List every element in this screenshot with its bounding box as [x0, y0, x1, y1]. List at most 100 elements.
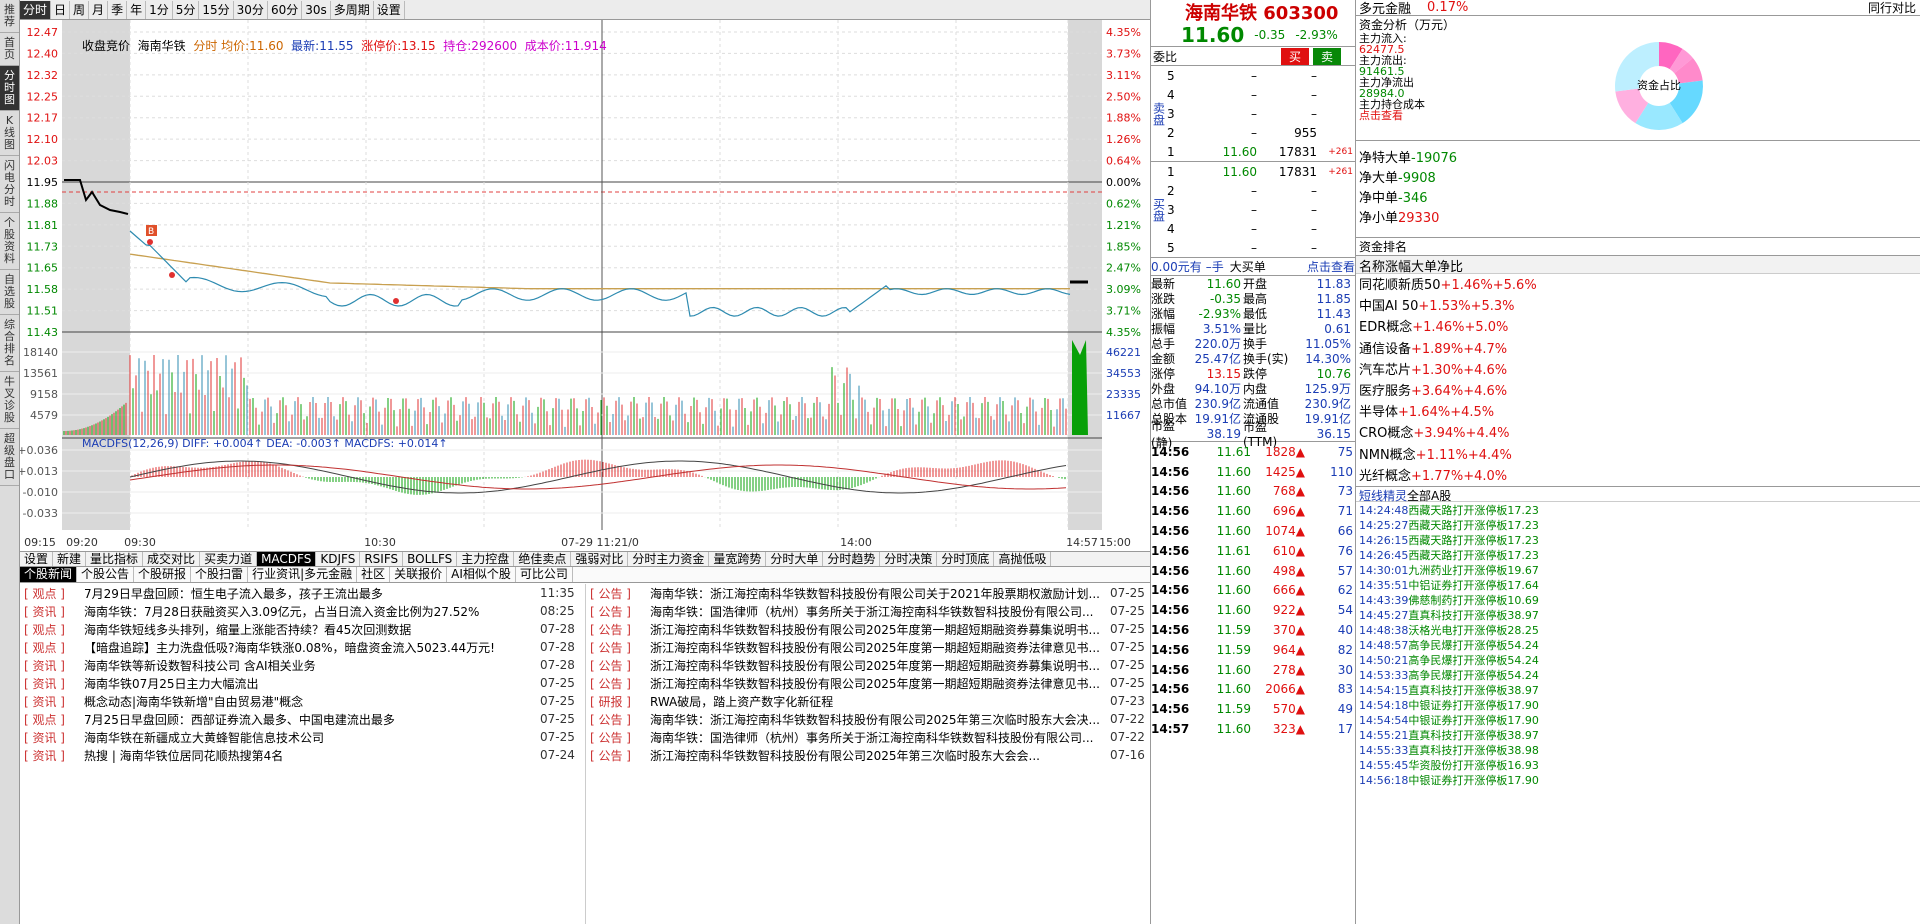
- dx-row[interactable]: 14:26:15西藏天路打开涨停板17.23: [1356, 532, 1920, 547]
- peer-link[interactable]: 同行对比: [1868, 0, 1920, 16]
- news-title[interactable]: 浙江海控南科华铁数智科技股份有限公司2025年度第一期超短期融资券募集说明书..…: [650, 621, 1110, 638]
- left-nav-item[interactable]: 分时图: [0, 66, 19, 111]
- rank-row[interactable]: 中国AI 50+1.53%+5.3%: [1356, 295, 1920, 316]
- news-tab[interactable]: 个股新闻: [20, 567, 78, 582]
- sector-name[interactable]: 多元金融: [1356, 0, 1411, 17]
- left-nav-item[interactable]: 个股资料: [0, 213, 19, 270]
- rank-row[interactable]: 同花顺新质50+1.46%+5.6%: [1356, 274, 1920, 295]
- dx-row[interactable]: 14:45:27直真科技打开涨停板38.97: [1356, 607, 1920, 622]
- period-button[interactable]: 周: [70, 0, 90, 19]
- period-button[interactable]: 30分: [234, 0, 268, 19]
- news-title[interactable]: 7月25日早盘回顾：西部证券流入最多、中国电建流出最多: [84, 711, 540, 728]
- left-nav-item[interactable]: 牛叉诊股: [0, 372, 19, 429]
- indicator-tab[interactable]: KDJFS: [316, 552, 361, 566]
- news-row[interactable]: [ 公告 ] 海南华铁：国浩律师（杭州）事务所关于浙江海控南科华铁数智科技股份有限…: [586, 728, 1150, 746]
- news-row[interactable]: [ 公告 ] 浙江海控南科华铁数智科技股份有限公司2025年度第一期超短期融资券募…: [586, 656, 1150, 674]
- dx-row[interactable]: 14:50:21高争民爆打开涨停板54.24: [1356, 652, 1920, 667]
- news-row[interactable]: [ 公告 ] 浙江海控南科华铁数智科技股份有限公司2025年第三次临时股东大会会.…: [586, 746, 1150, 764]
- news-title[interactable]: 热搜 | 海南华铁位居同花顺热搜第4名: [84, 747, 540, 764]
- news-title[interactable]: 【暗盘追踪】主力洗盘低吸?海南华铁涨0.08%，暗盘资金流入5023.44万元!: [84, 639, 540, 656]
- period-button[interactable]: 日: [51, 0, 71, 19]
- rank-row[interactable]: EDR概念+1.46%+5.0%: [1356, 316, 1920, 337]
- news-row[interactable]: [ 资讯 ] 海南华铁等新设数智科技公司 含AI相关业务 07-28: [20, 656, 580, 674]
- news-title[interactable]: 浙江海控南科华铁数智科技股份有限公司2025年度第一期超短期融资券法律意见书..…: [650, 675, 1110, 692]
- rank-row[interactable]: CRO概念+3.94%+4.4%: [1356, 422, 1920, 443]
- news-title[interactable]: 海南华铁：浙江海控南科华铁数智科技股份有限公司关于2021年股票期权激励计划..…: [650, 585, 1110, 602]
- news-title[interactable]: 海南华铁：浙江海控南科华铁数智科技股份有限公司2025年第三次临时股东大会决..…: [650, 711, 1110, 728]
- dx-row[interactable]: 14:26:45西藏天路打开涨停板17.23: [1356, 547, 1920, 562]
- news-row[interactable]: [ 资讯 ] 热搜 | 海南华铁位居同花顺热搜第4名 07-24: [20, 746, 580, 764]
- indicator-tab[interactable]: 新建: [53, 552, 87, 566]
- period-button[interactable]: 季: [108, 0, 128, 19]
- left-nav-item[interactable]: 推荐: [0, 0, 19, 33]
- news-row[interactable]: [ 观点 ] 7月25日早盘回顾：西部证券流入最多、中国电建流出最多 07-25: [20, 710, 580, 728]
- news-tab[interactable]: 个股公告: [77, 567, 135, 582]
- rank-header-name[interactable]: 名称: [1356, 260, 1385, 275]
- rank-row[interactable]: 汽车芯片+1.30%+4.6%: [1356, 359, 1920, 380]
- period-button[interactable]: 15分: [199, 0, 234, 19]
- indicator-tab[interactable]: 分时主力资金: [628, 552, 710, 566]
- news-title[interactable]: 海南华铁07月25日主力大幅流出: [84, 675, 540, 692]
- dx-row[interactable]: 14:55:45华资股份打开涨停板16.93: [1356, 757, 1920, 772]
- news-title[interactable]: 海南华铁短线多头排列，缩量上涨能否持续？看45次回测数据: [84, 621, 540, 638]
- rank-row[interactable]: 通信设备+1.89%+4.7%: [1356, 338, 1920, 359]
- period-button[interactable]: 1分: [146, 0, 173, 19]
- dx-row[interactable]: 14:54:15直真科技打开涨停板38.97: [1356, 682, 1920, 697]
- news-title[interactable]: 海南华铁：国浩律师（杭州）事务所关于浙江海控南科华铁数智科技股份有限公司...: [650, 729, 1110, 746]
- news-row[interactable]: [ 资讯 ] 海南华铁在新疆成立大黄蜂智能信息技术公司 07-25: [20, 728, 580, 746]
- dx-row[interactable]: 14:54:18中银证券打开涨停板17.90: [1356, 697, 1920, 712]
- indicator-tab[interactable]: 量宽跨势: [709, 552, 767, 566]
- news-tab[interactable]: 个股扫雷: [191, 567, 249, 582]
- news-title[interactable]: 海南华铁等新设数智科技公司 含AI相关业务: [84, 657, 540, 674]
- dx-row[interactable]: 14:54:54中银证券打开涨停板17.90: [1356, 712, 1920, 727]
- indicator-tab[interactable]: 高抛低吸: [994, 552, 1052, 566]
- news-title[interactable]: 7月29日早盘回顾：恒生电子流入最多，孩子王流出最多: [84, 585, 540, 602]
- indicator-tab[interactable]: 分时决策: [880, 552, 938, 566]
- period-button[interactable]: 年: [127, 0, 147, 19]
- news-row[interactable]: [ 资讯 ] 概念动态|海南华铁新增"自由贸易港"概念 07-25: [20, 692, 580, 710]
- news-row[interactable]: [ 观点 ] 【暗盘追踪】主力洗盘低吸?海南华铁涨0.08%，暗盘资金流入5023…: [20, 638, 580, 656]
- dx-row[interactable]: 14:55:33直真科技打开涨停板38.98: [1356, 742, 1920, 757]
- quote-stock-name[interactable]: 海南华铁 603300: [1151, 0, 1355, 24]
- rank-row[interactable]: 医疗服务+3.64%+4.6%: [1356, 380, 1920, 401]
- indicator-tab[interactable]: MACDFS: [257, 552, 317, 566]
- dx-row[interactable]: 14:24:48西藏天路打开涨停板17.23: [1356, 502, 1920, 517]
- news-title[interactable]: 浙江海控南科华铁数智科技股份有限公司2025年度第一期超短期融资券法律意见书..…: [650, 639, 1110, 656]
- news-title[interactable]: 海南华铁：国浩律师（杭州）事务所关于浙江海控南科华铁数智科技股份有限公司...: [650, 603, 1110, 620]
- rank-row[interactable]: NMN概念+1.11%+4.4%: [1356, 444, 1920, 465]
- dx-row[interactable]: 14:25:27西藏天路打开涨停板17.23: [1356, 517, 1920, 532]
- news-row[interactable]: [ 公告 ] 海南华铁：国浩律师（杭州）事务所关于浙江海控南科华铁数智科技股份有限…: [586, 602, 1150, 620]
- rank-row[interactable]: 半导体+1.64%+4.5%: [1356, 401, 1920, 422]
- left-nav-item[interactable]: K线图: [0, 111, 19, 156]
- news-row[interactable]: [ 研报 ] RWA破局，踏上资产数字化新征程 07-23: [586, 692, 1150, 710]
- news-tab[interactable]: 个股研报: [134, 567, 192, 582]
- period-button[interactable]: 30s: [302, 0, 331, 19]
- dx-row[interactable]: 14:30:01九洲药业打开涨停板19.67: [1356, 562, 1920, 577]
- news-row[interactable]: [ 公告 ] 浙江海控南科华铁数智科技股份有限公司2025年度第一期超短期融资券法…: [586, 638, 1150, 656]
- left-nav-item[interactable]: 超级盘口: [0, 429, 19, 486]
- dx-row[interactable]: 14:48:38沃格光电打开涨停板28.25: [1356, 622, 1920, 637]
- news-title[interactable]: 浙江海控南科华铁数智科技股份有限公司2025年度第一期超短期融资券募集说明书..…: [650, 657, 1110, 674]
- news-title[interactable]: 海南华铁：7月28日获融资买入3.09亿元，占当日流入资金比例为27.52%: [84, 603, 540, 620]
- news-title[interactable]: RWA破局，踏上资产数字化新征程: [650, 693, 1110, 710]
- indicator-tab[interactable]: 成交对比: [143, 552, 201, 566]
- period-button[interactable]: 多周期: [331, 0, 374, 19]
- dx-row[interactable]: 14:48:57高争民爆打开涨停板54.24: [1356, 637, 1920, 652]
- news-tab[interactable]: AI相似个股: [447, 567, 516, 582]
- news-row[interactable]: [ 公告 ] 浙江海控南科华铁数智科技股份有限公司2025年度第一期超短期融资券法…: [586, 674, 1150, 692]
- left-nav-item[interactable]: 首页: [0, 33, 19, 66]
- dx-row[interactable]: 14:55:21直真科技打开涨停板38.97: [1356, 727, 1920, 742]
- dx-row[interactable]: 14:35:51中铝证券打开涨停板17.64: [1356, 577, 1920, 592]
- left-nav-item[interactable]: 闪电分时: [0, 156, 19, 213]
- indicator-tab[interactable]: 绝佳卖点: [514, 552, 572, 566]
- buy-button[interactable]: 买: [1281, 47, 1310, 65]
- left-nav-item[interactable]: 自选股: [0, 270, 19, 315]
- news-row[interactable]: [ 观点 ] 7月29日早盘回顾：恒生电子流入最多，孩子王流出最多 11:35: [20, 584, 580, 602]
- indicator-tab[interactable]: 强弱对比: [571, 552, 629, 566]
- indicator-tab[interactable]: 分时顶底: [937, 552, 995, 566]
- period-button[interactable]: 5分: [173, 0, 200, 19]
- rank-row[interactable]: 光纤概念+1.77%+4.0%: [1356, 465, 1920, 486]
- news-title[interactable]: 海南华铁在新疆成立大黄蜂智能信息技术公司: [84, 729, 540, 746]
- big-order-link[interactable]: 点击查看: [1307, 258, 1355, 275]
- period-button[interactable]: 60分: [268, 0, 303, 19]
